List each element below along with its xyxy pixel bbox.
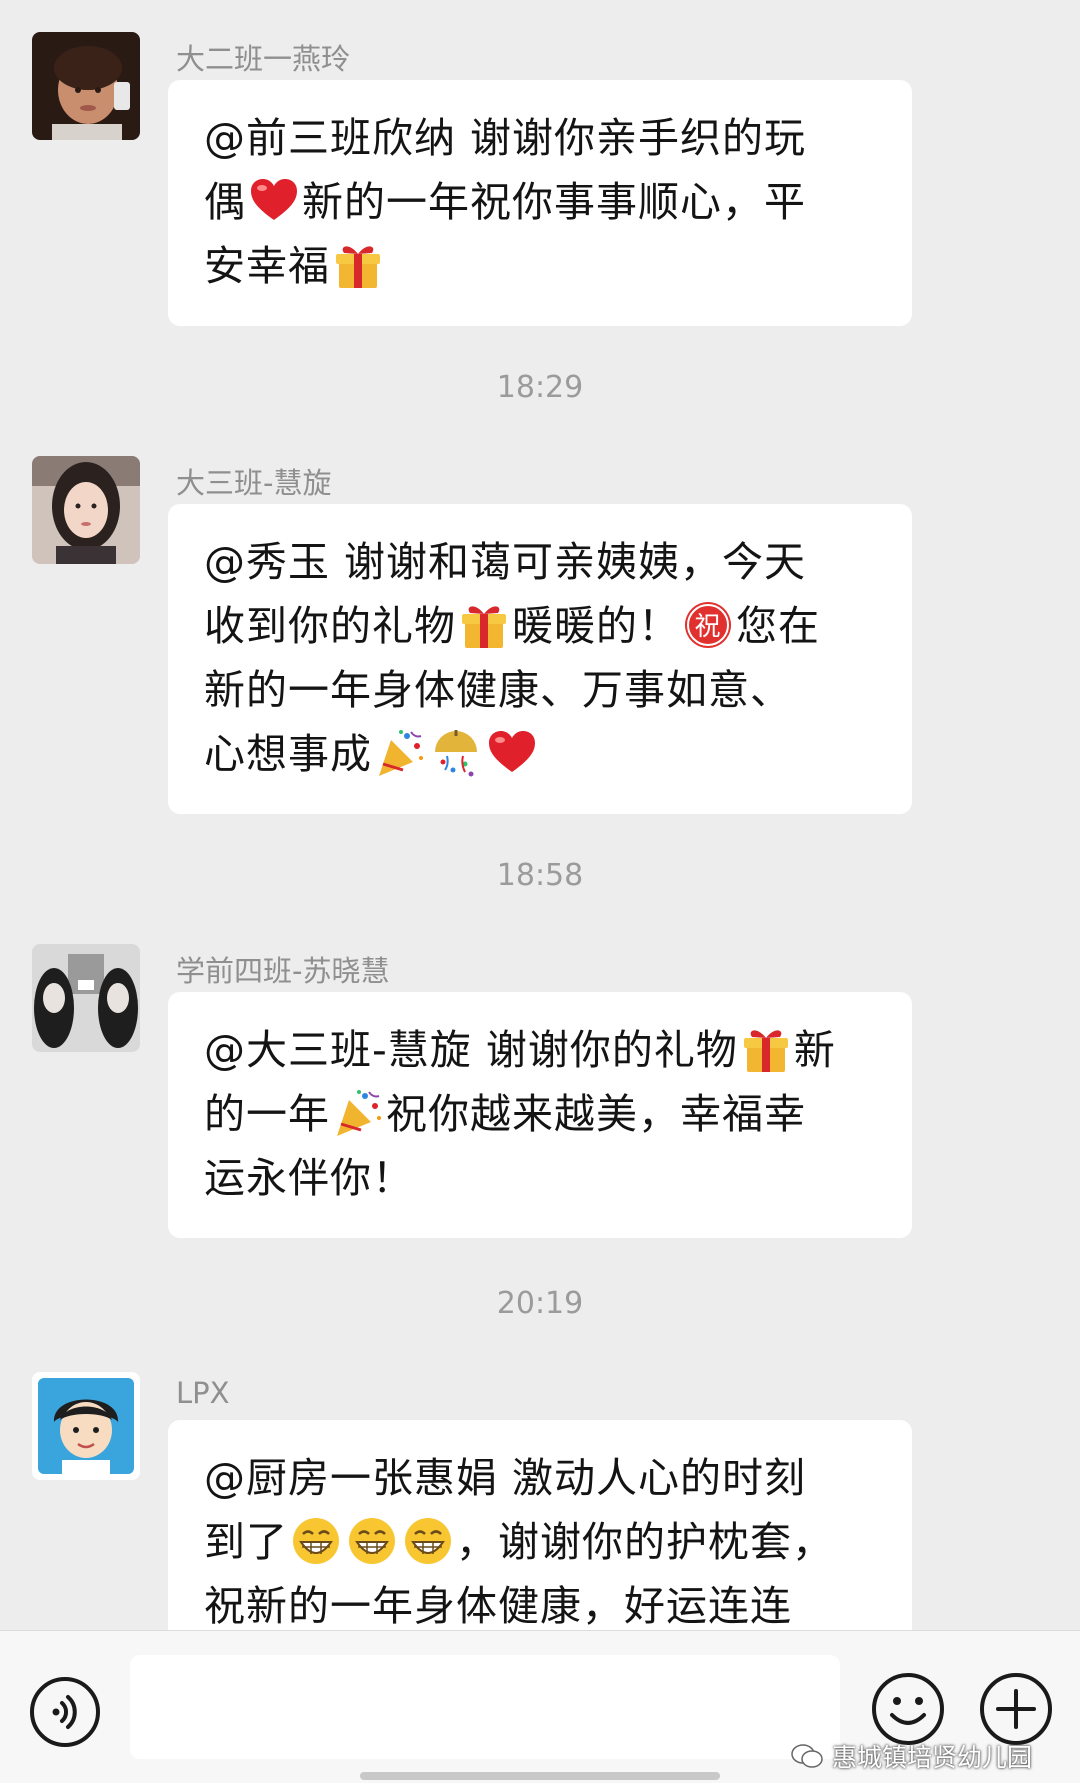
home-indicator[interactable] <box>360 1772 720 1780</box>
voice-icon <box>30 1677 100 1747</box>
confetti-ball-emoji <box>429 726 483 780</box>
voice-button[interactable] <box>28 1675 102 1749</box>
message-bubble[interactable]: @秀玉 谢谢和蔼可亲姨姨，今天 收到你的礼物 暖暖的！祝您在 新的一年身体健康、万… <box>168 504 912 814</box>
gift-emoji <box>457 598 511 652</box>
avatar-image <box>32 456 140 564</box>
grin-emoji <box>345 1514 399 1568</box>
message-line: @前三班欣纳 谢谢你亲手织的玩 <box>204 114 807 162</box>
message-line: 心想事成 <box>204 722 882 786</box>
message-bubble[interactable]: @厨房一张惠娟 激动人心的时刻 到了 ，谢谢你的护枕套， 祝新的一年身体健康，好运… <box>168 1420 912 1630</box>
more-button[interactable] <box>978 1671 1054 1747</box>
sender-name: 大二班一燕玲 <box>176 42 351 76</box>
gift-emoji <box>331 238 385 292</box>
red-heart-emoji <box>485 726 539 780</box>
timestamp: 20:19 <box>496 1286 584 1321</box>
svg-text:祝: 祝 <box>694 612 721 642</box>
message-line: @厨房一张惠娟 激动人心的时刻 <box>204 1454 807 1502</box>
message-line: 的一年 祝你越来越美，幸福幸 <box>204 1082 882 1146</box>
message-line: @秀玉 谢谢和蔼可亲姨姨，今天 <box>204 538 807 586</box>
timestamp: 18:58 <box>496 858 584 893</box>
wechat-icon <box>791 1744 823 1768</box>
message-line: 偶新的一年祝你事事顺心，平 <box>204 170 882 234</box>
sender-name: 学前四班-苏晓慧 <box>176 954 390 988</box>
avatar[interactable] <box>32 944 140 1052</box>
message-line: 新的一年身体健康、万事如意、 <box>204 666 792 714</box>
party-popper-emoji <box>331 1086 385 1140</box>
avatar-image <box>32 944 140 1052</box>
emoji-button[interactable] <box>870 1671 946 1747</box>
plus-icon <box>980 1673 1052 1745</box>
timestamp: 18:29 <box>496 370 584 405</box>
message-bubble[interactable]: @大三班-慧旋 谢谢你的礼物新 的一年 祝你越来越美，幸福幸 运永伴你！ <box>168 992 912 1238</box>
avatar[interactable] <box>32 456 140 564</box>
red-heart-emoji <box>247 174 301 228</box>
chat-history[interactable]: 大二班一燕玲 @前三班欣纳 谢谢你亲手织的玩 偶新的一年祝你事事顺心，平 安幸福… <box>0 0 1080 1630</box>
avatar[interactable] <box>32 1372 140 1480</box>
message-line: 收到你的礼物 暖暖的！祝您在 <box>204 594 882 658</box>
party-popper-emoji <box>373 726 427 780</box>
avatar-image <box>32 1372 140 1480</box>
smiley-icon <box>872 1673 944 1745</box>
watermark-text: 惠城镇培贤幼儿园 <box>832 1743 1033 1772</box>
message-bubble[interactable]: @前三班欣纳 谢谢你亲手织的玩 偶新的一年祝你事事顺心，平 安幸福 <box>168 80 912 326</box>
watermark: 惠城镇培贤幼儿园 <box>790 1738 1032 1774</box>
grin-emoji <box>401 1514 455 1568</box>
avatar[interactable] <box>32 32 140 140</box>
gift-emoji <box>739 1022 793 1076</box>
blessing-emoji: 祝 <box>681 598 735 652</box>
message-line: 安幸福 <box>204 234 882 298</box>
sender-name: 大三班-慧旋 <box>176 466 332 500</box>
message-line: 到了 ，谢谢你的护枕套， <box>204 1510 882 1574</box>
sender-name: LPX <box>176 1376 230 1410</box>
message-input[interactable] <box>130 1655 840 1759</box>
message-line: 运永伴你！ <box>204 1154 414 1202</box>
message-line: @大三班-慧旋 谢谢你的礼物新 <box>204 1018 882 1082</box>
avatar-image <box>32 32 140 140</box>
message-line: 祝新的一年身体健康，好运连连 <box>204 1582 792 1630</box>
grin-emoji <box>289 1514 343 1568</box>
